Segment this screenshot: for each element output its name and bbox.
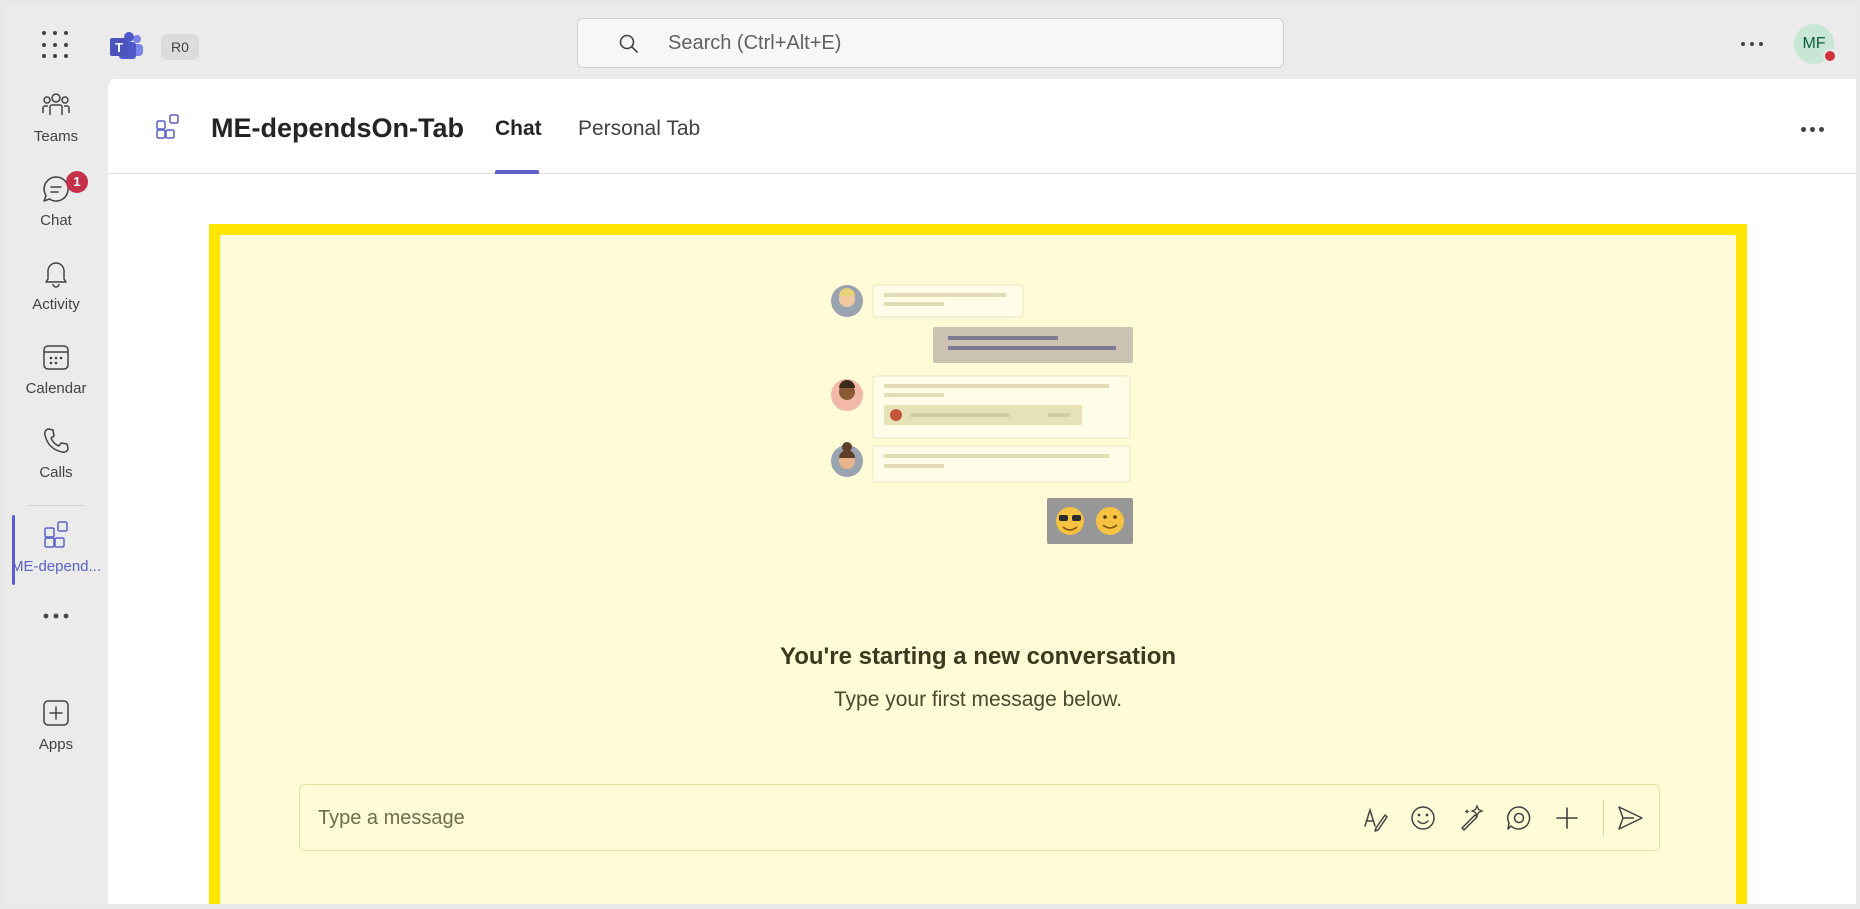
app-grid-icon bbox=[156, 114, 179, 139]
rail-item-activity[interactable]: Activity bbox=[8, 249, 104, 323]
compose-divider bbox=[1603, 800, 1604, 836]
attach-plus-icon[interactable] bbox=[1551, 802, 1583, 834]
tab-personal-tab[interactable]: Personal Tab bbox=[578, 117, 700, 141]
rail-item-teams[interactable]: Teams bbox=[8, 81, 104, 155]
rail-label-chat: Chat bbox=[40, 212, 72, 229]
add-apps-icon bbox=[43, 700, 69, 726]
teams-icon bbox=[42, 93, 70, 115]
rail-label-me-dependson-tab: ME-depend... bbox=[10, 558, 102, 575]
copilot-sparkle-icon[interactable] bbox=[1455, 802, 1487, 834]
chat-unread-badge: 1 bbox=[66, 171, 88, 193]
teams-logo-icon[interactable]: T bbox=[110, 31, 144, 61]
search-input[interactable] bbox=[668, 27, 1248, 59]
rail-label-calls: Calls bbox=[39, 464, 73, 481]
format-icon[interactable] bbox=[1359, 802, 1391, 834]
main-pane: ME-dependsOn-Tab Chat Personal Tab You'r… bbox=[108, 79, 1856, 904]
calendar-icon bbox=[43, 345, 69, 370]
teams-window: T R0 MF Teams bbox=[4, 4, 1856, 904]
empty-state-subtitle: Type your first message below. bbox=[833, 688, 1123, 711]
rail-label-activity: Activity bbox=[32, 296, 80, 313]
active-tab-indicator bbox=[495, 170, 539, 174]
rail-item-calls[interactable]: Calls bbox=[8, 417, 104, 491]
avatar[interactable]: MF bbox=[1794, 24, 1837, 64]
title-bar: T R0 MF bbox=[4, 4, 1856, 79]
message-input[interactable] bbox=[318, 801, 1168, 835]
org-badge[interactable]: R0 bbox=[161, 34, 199, 60]
rail-item-me-dependson-tab[interactable]: ME-depend... bbox=[8, 511, 104, 585]
rail-item-apps[interactable]: Apps bbox=[8, 689, 104, 763]
page-title: ME-dependsOn-Tab bbox=[211, 113, 464, 143]
app-rail: Teams 1 Chat Activity Calendar Calls ME-… bbox=[4, 79, 108, 904]
rail-label-teams: Teams bbox=[33, 128, 79, 145]
loop-icon[interactable] bbox=[1503, 802, 1535, 834]
rail-more-apps[interactable] bbox=[8, 599, 104, 639]
presence-busy-badge bbox=[1823, 49, 1837, 63]
more-horizontal-icon bbox=[43, 613, 69, 619]
send-icon[interactable] bbox=[1614, 802, 1646, 834]
empty-state-title: You're starting a new conversation bbox=[779, 643, 1177, 670]
app-grid-icon bbox=[44, 521, 68, 548]
chat-empty-state: You're starting a new conversation Type … bbox=[209, 224, 1747, 904]
more-horizontal-icon[interactable] bbox=[1737, 28, 1767, 58]
search-box[interactable] bbox=[577, 18, 1284, 68]
search-icon bbox=[619, 34, 638, 53]
bell-icon bbox=[45, 262, 67, 288]
compose-box[interactable] bbox=[299, 784, 1660, 851]
rail-label-apps: Apps bbox=[38, 736, 74, 753]
svg-text:T: T bbox=[115, 40, 123, 55]
conversation-illustration bbox=[831, 284, 1133, 544]
rail-item-calendar[interactable]: Calendar bbox=[8, 333, 104, 407]
app-header: ME-dependsOn-Tab Chat Personal Tab bbox=[108, 79, 1856, 174]
emoji-icon[interactable] bbox=[1407, 802, 1439, 834]
rail-divider bbox=[28, 505, 84, 506]
rail-item-chat[interactable]: 1 Chat bbox=[8, 165, 104, 239]
more-horizontal-icon[interactable] bbox=[1798, 114, 1828, 144]
tab-chat[interactable]: Chat bbox=[495, 117, 542, 141]
phone-icon bbox=[44, 428, 69, 453]
avatar-initials: MF bbox=[1802, 35, 1826, 52]
waffle-grid-icon[interactable] bbox=[42, 31, 70, 59]
rail-label-calendar: Calendar bbox=[25, 380, 87, 397]
